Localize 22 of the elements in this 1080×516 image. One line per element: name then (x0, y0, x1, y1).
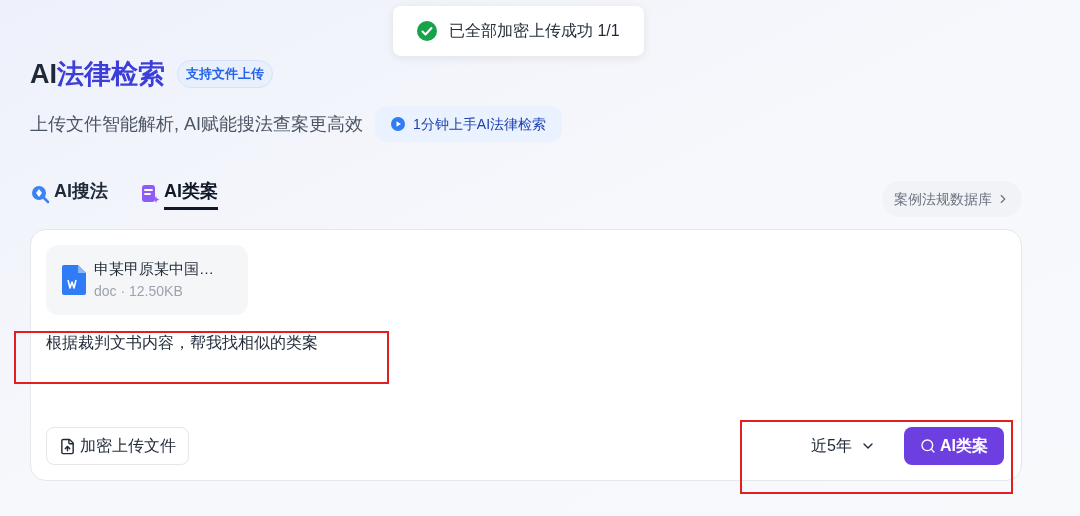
file-meta: doc · 12.50KB (94, 281, 184, 301)
file-upload-icon (59, 437, 76, 455)
feature-tag: 支持文件上传 (177, 60, 273, 88)
time-range-dropdown[interactable]: 近5年 (811, 434, 876, 458)
encrypted-upload-button[interactable]: 加密上传文件 (46, 427, 189, 465)
prompt-text[interactable]: 根据裁判文书内容，帮我找相似的类案 (46, 331, 318, 355)
subtitle: 上传文件智能解析, AI赋能搜法查案更高效 (30, 112, 363, 136)
check-circle-icon (417, 21, 437, 41)
page-title: AI法律检索 (30, 60, 165, 88)
file-attachment[interactable]: 申某甲原某中国… doc · 12.50KB (46, 245, 248, 315)
tab[interactable]: AI搜法 (30, 177, 108, 211)
toast-message: 已全部加密上传成功 1/1 (449, 21, 620, 41)
search-icon (920, 438, 936, 454)
document-sparkle-icon (140, 184, 160, 204)
word-document-icon (62, 265, 86, 295)
tutorial-button[interactable]: 1分钟上手AI法律检索 (375, 106, 563, 142)
play-icon (391, 117, 405, 131)
tab[interactable]: AI类案 (140, 177, 218, 211)
search-icon (30, 184, 50, 204)
file-name: 申某甲原某中国… (94, 259, 214, 280)
database-link[interactable]: 案例法规数据库 (882, 181, 1022, 217)
submit-button[interactable]: AI类案 (904, 427, 1004, 465)
